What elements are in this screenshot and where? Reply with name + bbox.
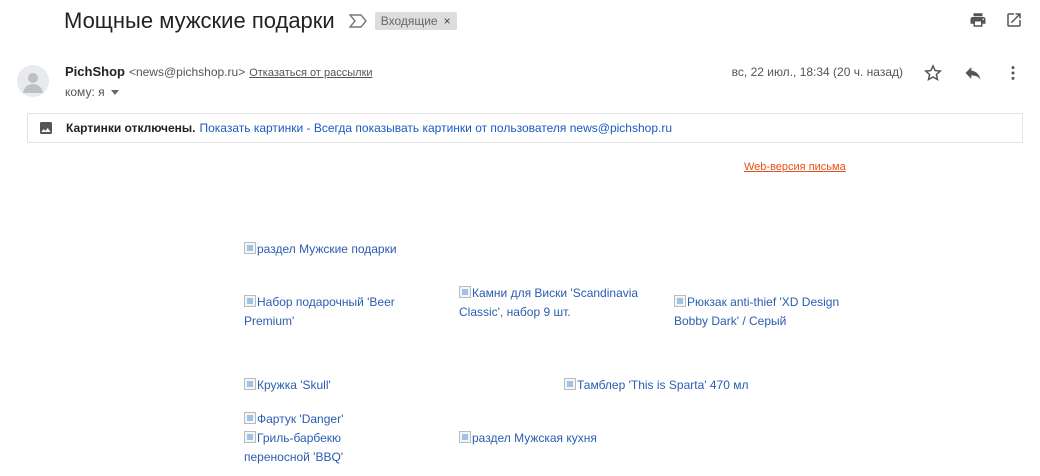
label-chip-text: Входящие [380, 14, 438, 28]
show-images-link[interactable]: Показать картинки - Всегда показывать ка… [199, 121, 672, 135]
broken-image-icon [564, 378, 576, 390]
broken-image-icon [244, 378, 256, 390]
broken-image-icon [459, 431, 471, 443]
sender-row: PichShop <news@pichshop.ru> Отказаться о… [65, 64, 373, 79]
print-icon[interactable] [968, 10, 988, 30]
recipients-toggle[interactable]: кому: я [65, 85, 119, 99]
image-alt-text: Камни для Виски 'Scandinavia Classic', н… [459, 286, 639, 319]
image-icon [38, 120, 54, 136]
image-alt-text: раздел Мужские подарки [257, 242, 397, 256]
images-disabled-bar: Картинки отключены. Показать картинки - … [27, 113, 1023, 143]
sender-name[interactable]: PichShop [65, 64, 125, 79]
image-alt-text: Фартук 'Danger' [257, 412, 344, 426]
product-grill-link[interactable]: Гриль-барбекю переносной 'BBQ' [244, 429, 394, 467]
image-alt-text: Тамблер 'This is Sparta' 470 мл [577, 378, 749, 392]
broken-image-icon [244, 242, 256, 254]
avatar-person-icon [23, 73, 43, 93]
remove-label-button[interactable]: × [444, 14, 451, 28]
image-alt-text: раздел Мужская кухня [472, 431, 597, 445]
broken-image-icon [244, 431, 256, 443]
section-men-gifts-link[interactable]: раздел Мужские подарки [244, 240, 397, 259]
image-alt-text: Кружка 'Skull' [257, 378, 331, 392]
product-beer-set-link[interactable]: Набор подарочный 'Beer Premium' [244, 293, 444, 331]
image-alt-text: Набор подарочный 'Beer Premium' [244, 295, 395, 328]
broken-image-icon [459, 286, 471, 298]
product-mug-link[interactable]: Кружка 'Skull' [244, 376, 331, 395]
chevron-down-icon [110, 89, 119, 95]
subject-row: Мощные мужские подарки Входящие × [64, 6, 457, 36]
broken-image-icon [674, 295, 686, 307]
image-alt-text: Гриль-барбекю переносной 'BBQ' [244, 431, 344, 464]
product-backpack-link[interactable]: Рюкзак anti-thief 'XD Design Bobby Dark'… [674, 293, 854, 331]
avatar[interactable] [17, 65, 49, 97]
unsubscribe-link[interactable]: Отказаться от рассылки [249, 67, 372, 79]
email-date: вс, 22 июл., 18:34 (20 ч. назад) [731, 65, 903, 79]
importance-marker-icon[interactable] [347, 13, 369, 29]
product-apron-link[interactable]: Фартук 'Danger' [244, 410, 343, 429]
image-alt-text: Рюкзак anti-thief 'XD Design Bobby Dark'… [674, 295, 840, 328]
more-vert-icon[interactable] [1002, 62, 1024, 84]
broken-image-icon [244, 295, 256, 307]
product-whisky-stones-link[interactable]: Камни для Виски 'Scandinavia Classic', н… [459, 284, 639, 322]
web-version-link[interactable]: Web-версия письма [744, 161, 846, 173]
thread-actions [968, 10, 1024, 30]
sender-email: <news@pichshop.ru> [128, 65, 246, 79]
to-line: кому: я [65, 85, 105, 99]
broken-image-icon [244, 412, 256, 424]
star-icon[interactable] [922, 62, 944, 84]
open-in-new-window-icon[interactable] [1004, 10, 1024, 30]
section-men-kitchen-link[interactable]: раздел Мужская кухня [459, 429, 597, 448]
product-tumbler-link[interactable]: Тамблер 'This is Sparta' 470 мл [564, 376, 748, 395]
images-disabled-text: Картинки отключены. [66, 121, 196, 135]
email-subject: Мощные мужские подарки [64, 8, 335, 33]
message-actions [922, 62, 1024, 84]
label-chip-inbox[interactable]: Входящие × [374, 12, 457, 30]
reply-icon[interactable] [962, 62, 984, 84]
